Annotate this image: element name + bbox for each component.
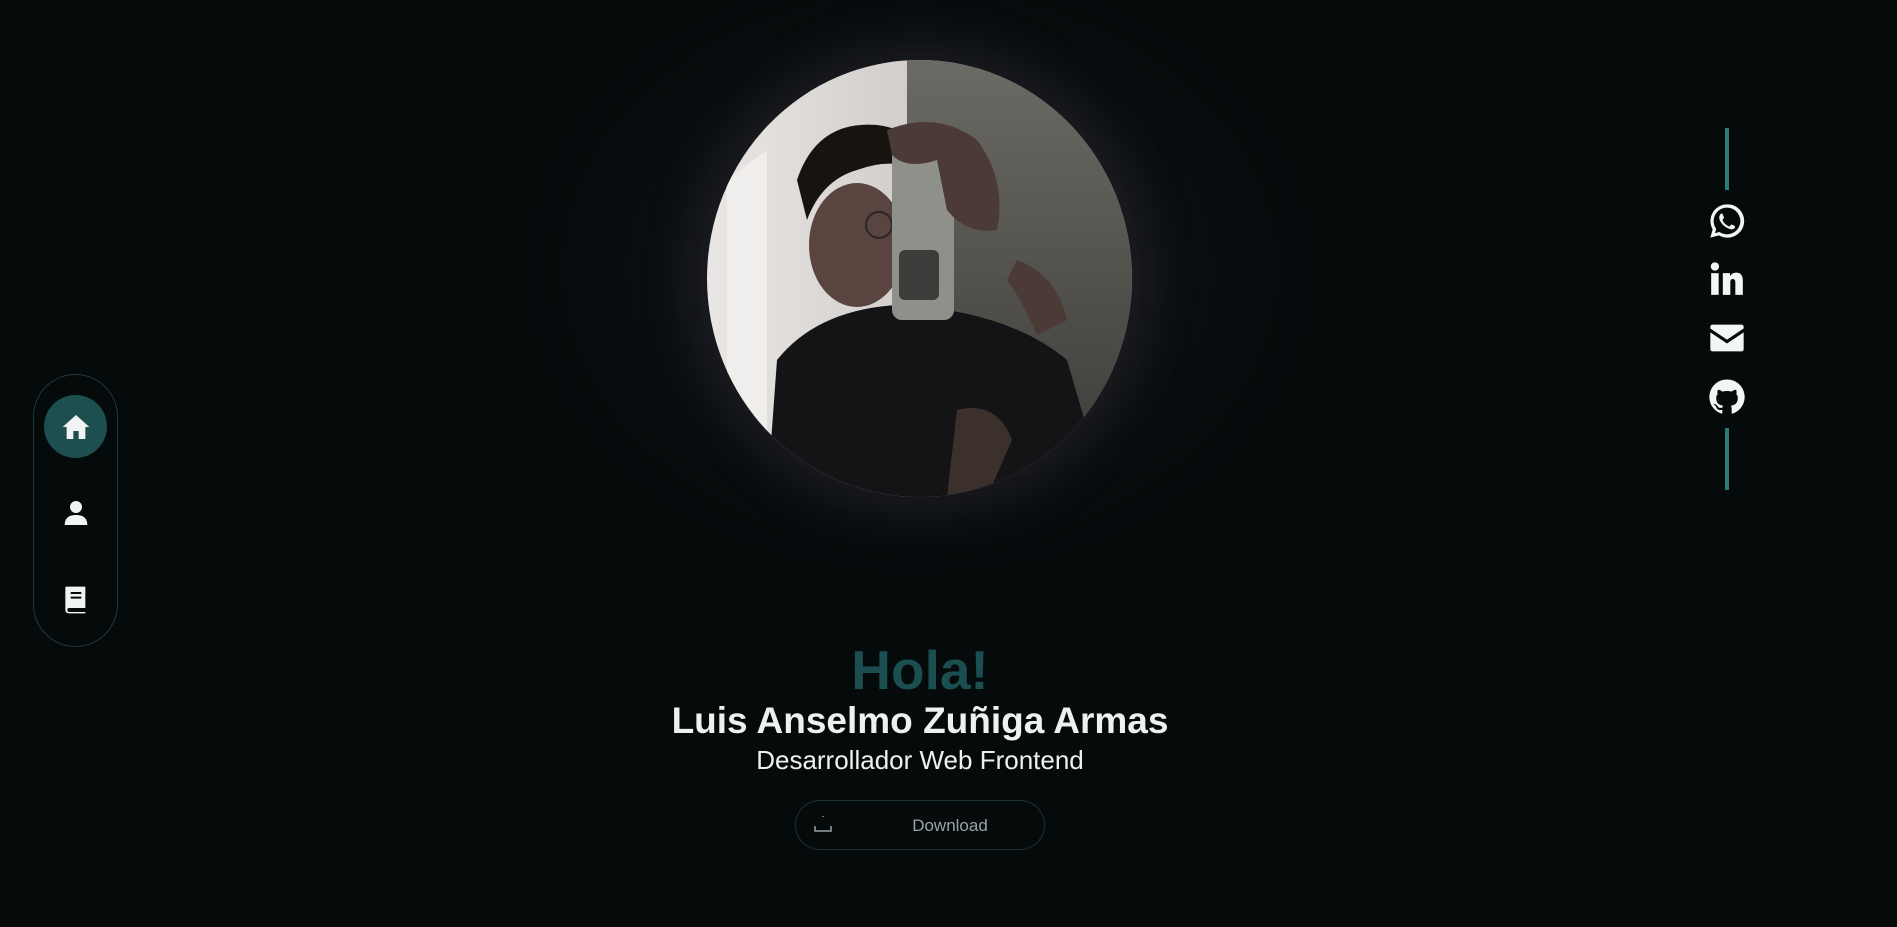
profile-name: Luis Anselmo Zuñiga Armas — [671, 700, 1169, 741]
whatsapp-icon — [1710, 204, 1745, 238]
nav-item-projects[interactable] — [44, 568, 107, 631]
profile-photo — [707, 60, 1132, 497]
home-icon — [62, 414, 89, 439]
greeting-heading: Hola! — [851, 639, 989, 701]
email-icon — [1710, 324, 1744, 352]
social-divider-top — [1725, 128, 1729, 190]
social-link-github[interactable] — [1706, 376, 1748, 418]
social-link-linkedin[interactable] — [1706, 258, 1748, 300]
user-icon — [64, 500, 87, 525]
nav-item-about[interactable] — [44, 481, 107, 544]
download-button[interactable]: Download — [795, 800, 1045, 850]
linkedin-icon — [1710, 262, 1743, 295]
side-nav — [33, 374, 118, 647]
download-icon — [813, 814, 833, 834]
profile-role: Desarrollador Web Frontend — [756, 745, 1084, 775]
nav-item-home[interactable] — [44, 395, 107, 458]
social-link-whatsapp[interactable] — [1706, 200, 1748, 242]
book-icon — [64, 586, 85, 613]
social-links — [1700, 128, 1754, 490]
page: Hola! Luis Anselmo Zuñiga Armas Desarrol… — [0, 0, 1897, 927]
download-label: Download — [912, 816, 988, 835]
social-divider-bottom — [1725, 428, 1729, 490]
social-link-email[interactable] — [1706, 317, 1748, 359]
github-icon — [1709, 379, 1745, 414]
